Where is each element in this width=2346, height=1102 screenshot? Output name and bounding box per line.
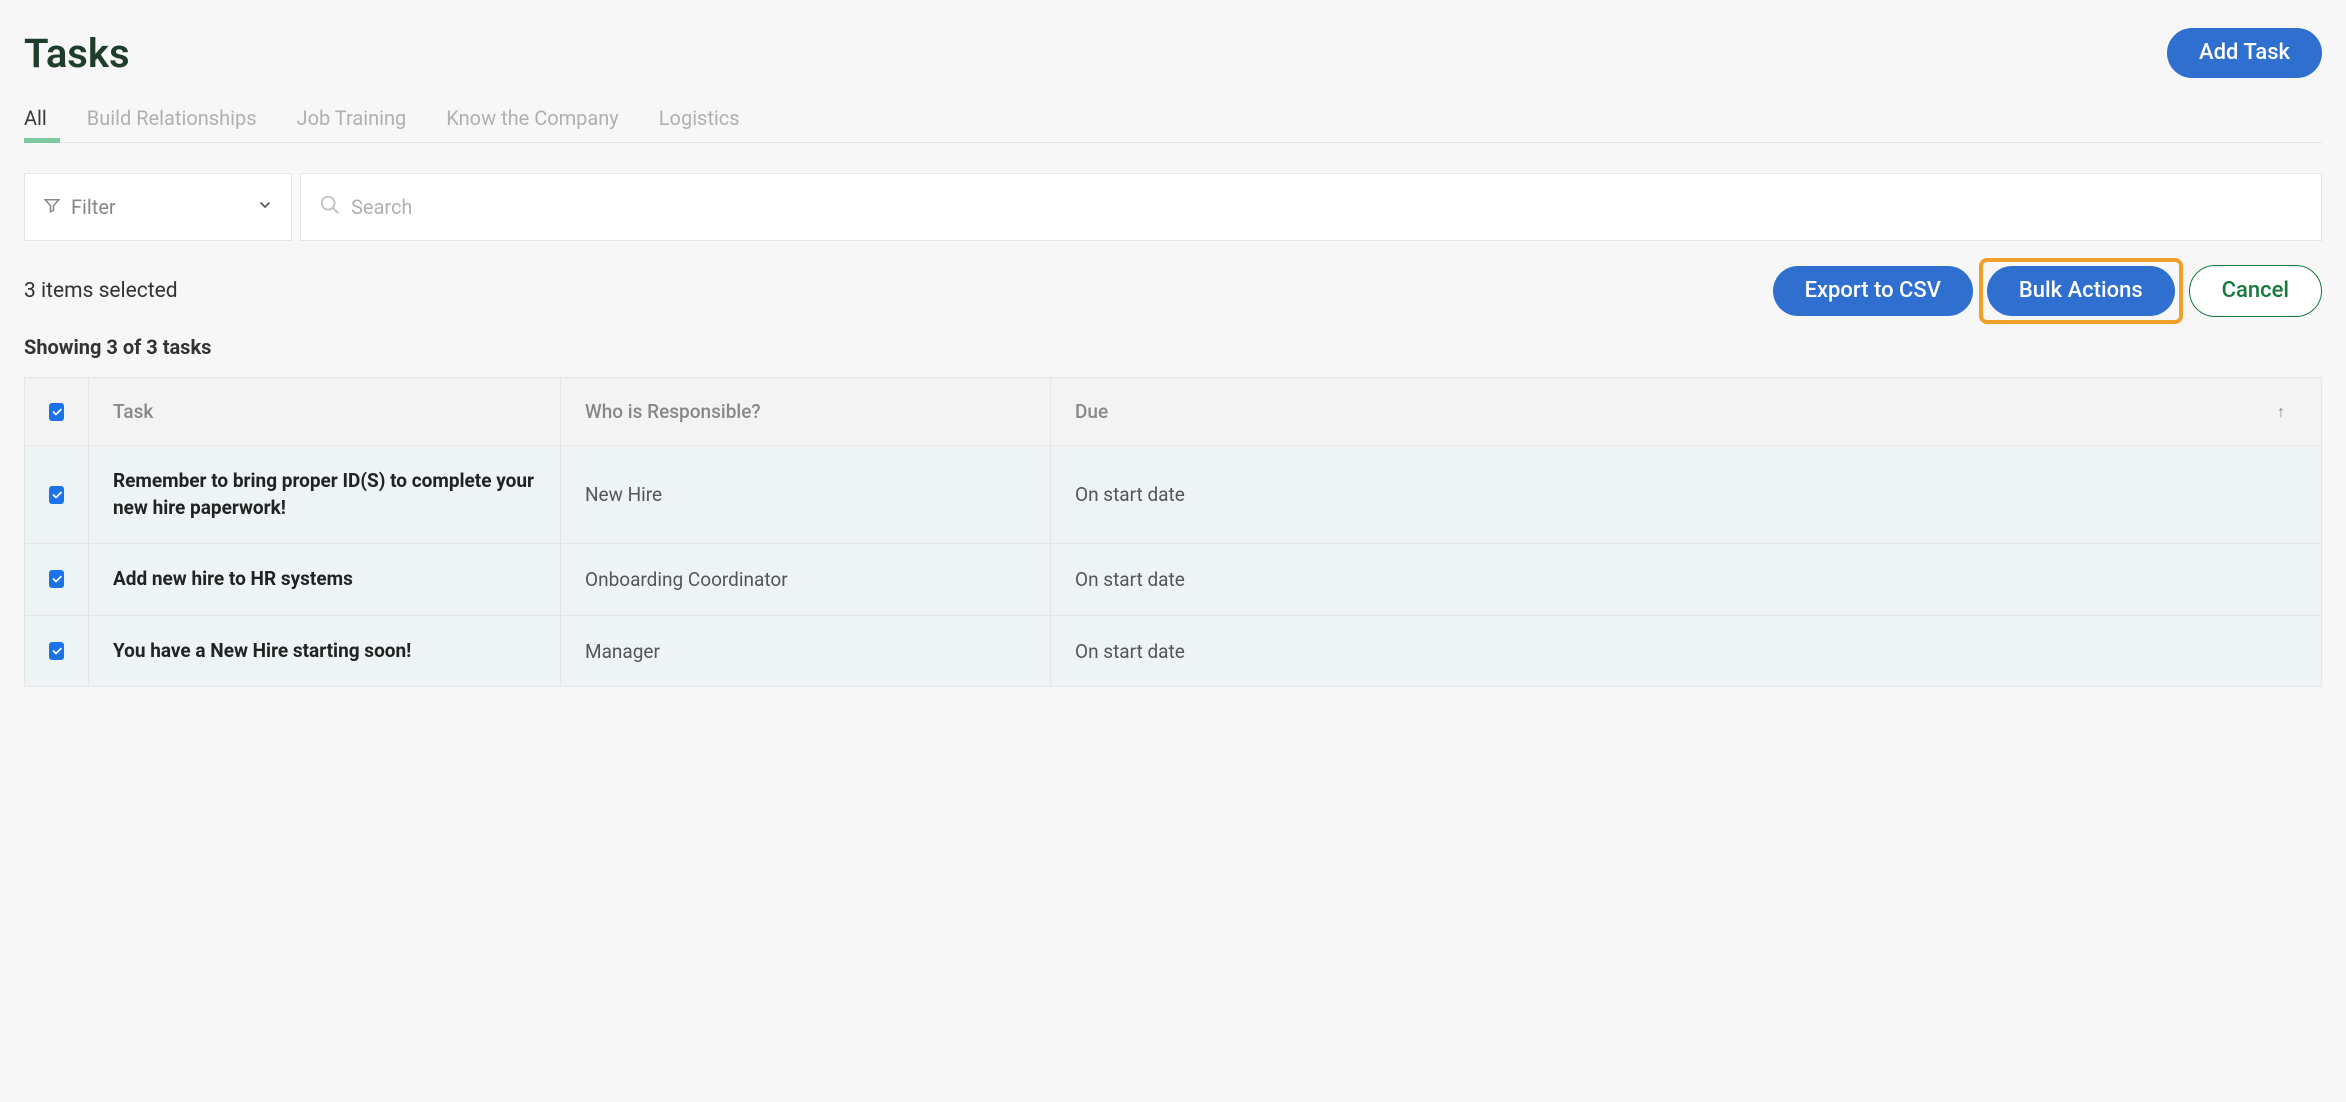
- filter-dropdown[interactable]: Filter: [24, 173, 292, 241]
- tab-build-relationships[interactable]: Build Relationships: [87, 106, 257, 142]
- tab-job-training[interactable]: Job Training: [297, 106, 407, 142]
- filter-label: Filter: [71, 195, 257, 219]
- task-name-cell[interactable]: You have a New Hire starting soon!: [89, 616, 561, 687]
- column-who[interactable]: Who is Responsible?: [561, 378, 1051, 445]
- cancel-button[interactable]: Cancel: [2189, 265, 2322, 317]
- task-due-cell: On start date: [1051, 616, 2321, 687]
- tab-know-the-company[interactable]: Know the Company: [446, 106, 618, 142]
- export-csv-button[interactable]: Export to CSV: [1773, 266, 1973, 316]
- table-header: Task Who is Responsible? Due ↑: [25, 378, 2321, 446]
- task-due-cell: On start date: [1051, 446, 2321, 543]
- column-due-label: Due: [1075, 400, 1108, 423]
- page-title: Tasks: [24, 30, 130, 77]
- tab-logistics[interactable]: Logistics: [659, 106, 740, 142]
- task-due-cell: On start date: [1051, 544, 2321, 615]
- task-name-cell[interactable]: Remember to bring proper ID(S) to comple…: [89, 446, 561, 543]
- column-task[interactable]: Task: [89, 378, 561, 445]
- search-input[interactable]: [351, 195, 2303, 219]
- bulk-actions-button[interactable]: Bulk Actions: [1987, 266, 2175, 316]
- row-checkbox[interactable]: [49, 570, 64, 588]
- task-table: Task Who is Responsible? Due ↑ Remember …: [24, 377, 2322, 687]
- row-checkbox[interactable]: [49, 486, 64, 504]
- column-due[interactable]: Due ↑: [1051, 378, 2321, 445]
- table-row: Add new hire to HR systems Onboarding Co…: [25, 544, 2321, 616]
- tabs: All Build Relationships Job Training Kno…: [24, 106, 2322, 143]
- task-who-cell: Onboarding Coordinator: [561, 544, 1051, 615]
- table-row: Remember to bring proper ID(S) to comple…: [25, 446, 2321, 544]
- select-all-checkbox[interactable]: [49, 403, 64, 421]
- table-row: You have a New Hire starting soon! Manag…: [25, 616, 2321, 687]
- tab-all[interactable]: All: [24, 106, 47, 142]
- search-box[interactable]: [300, 173, 2322, 241]
- task-who-cell: Manager: [561, 616, 1051, 687]
- showing-count: Showing 3 of 3 tasks: [24, 335, 2322, 359]
- filter-icon: [43, 196, 61, 218]
- task-name-cell[interactable]: Add new hire to HR systems: [89, 544, 561, 615]
- chevron-down-icon: [257, 197, 273, 217]
- sort-ascending-icon: ↑: [2277, 402, 2297, 422]
- search-icon: [319, 194, 341, 220]
- task-who-cell: New Hire: [561, 446, 1051, 543]
- add-task-button[interactable]: Add Task: [2167, 28, 2322, 78]
- row-checkbox[interactable]: [49, 642, 64, 660]
- selection-count: 3 items selected: [24, 279, 178, 303]
